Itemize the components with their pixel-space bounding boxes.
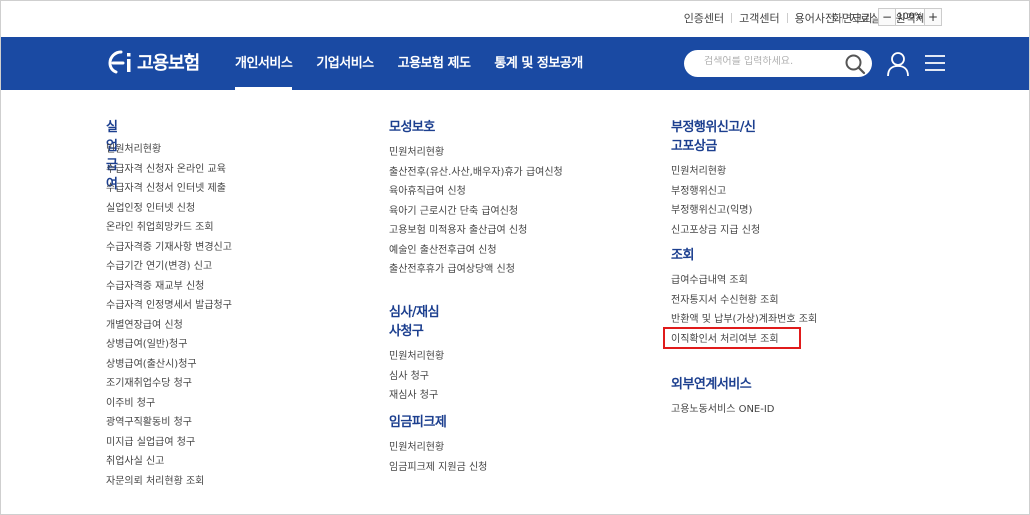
list-item[interactable]: 이주비 청구 xyxy=(106,394,232,414)
appeal-list: 민원처리현황 심사 청구 재심사 청구 xyxy=(389,347,444,406)
list-item[interactable]: 부정행위신고 xyxy=(671,182,760,202)
section-wage-peak: 임금피크제 민원처리현황 임금피크제 지원금 신청 xyxy=(389,411,487,477)
section-title-inquiry[interactable]: 조회 xyxy=(671,244,817,263)
util-link-customer-center[interactable]: 고객센터 xyxy=(732,10,786,26)
list-item[interactable]: 민원처리현황 xyxy=(389,347,444,367)
list-item[interactable]: 민원처리현황 xyxy=(389,143,563,163)
list-item[interactable]: 고용보험 미적용자 출산급여 신청 xyxy=(389,221,563,241)
nav-insurance-system[interactable]: 고용보험 제도 xyxy=(398,37,471,90)
nav-business-services[interactable]: 기업서비스 xyxy=(316,37,374,90)
user-icon[interactable] xyxy=(886,51,910,77)
section-title-fraud-report[interactable]: 부정행위신고/신고포상금 xyxy=(671,116,760,154)
list-item[interactable]: 수급자격 신청서 인터넷 제출 xyxy=(106,179,232,199)
list-item[interactable]: 출산전후(유산.사산,배우자)휴가 급여신청 xyxy=(389,163,563,183)
unemployment-list: 민원처리현황 수급자격 신청자 온라인 교육 수급자격 신청서 인터넷 제출 실… xyxy=(106,140,232,491)
list-item[interactable]: 임금피크제 지원금 신청 xyxy=(389,458,487,478)
nav-statistics-disclosure[interactable]: 통계 및 정보공개 xyxy=(494,37,583,90)
maternity-list: 민원처리현황 출산전후(유산.사산,배우자)휴가 급여신청 육아휴직급여 신청 … xyxy=(389,143,563,280)
list-item[interactable]: 신고포상금 지급 신청 xyxy=(671,221,760,241)
main-header: 고용보험 개인서비스 기업서비스 고용보험 제도 통계 및 정보공개 xyxy=(1,37,1029,90)
section-fraud-report: 부정행위신고/신고포상금 민원처리현황 부정행위신고 부정행위신고(익명) 신고… xyxy=(671,116,760,240)
zoom-out-button[interactable]: − xyxy=(879,9,895,25)
section-title-maternity[interactable]: 모성보호 xyxy=(389,116,563,135)
list-item[interactable]: 급여수급내역 조회 xyxy=(671,271,817,291)
list-item[interactable]: 부정행위신고(익명) xyxy=(671,201,760,221)
list-item[interactable]: 민원처리현황 xyxy=(389,438,487,458)
list-item[interactable]: 육아기 근로시간 단축 급여신청 xyxy=(389,202,563,222)
section-title-wage-peak[interactable]: 임금피크제 xyxy=(389,411,487,430)
list-item[interactable]: 수급자격증 재교부 신청 xyxy=(106,277,232,297)
list-item[interactable]: 심사 청구 xyxy=(389,367,444,387)
hamburger-menu-icon[interactable] xyxy=(925,54,945,72)
list-item[interactable]: 육아휴직급여 신청 xyxy=(389,182,563,202)
list-item[interactable]: 수급기간 연기(변경) 신고 xyxy=(106,257,232,277)
list-item[interactable]: 수급자격증 기재사항 변경신고 xyxy=(106,238,232,258)
list-item[interactable]: 수급자격 신청자 온라인 교육 xyxy=(106,160,232,180)
external-services-list: 고용노동서비스 ONE-ID xyxy=(671,400,775,420)
list-item[interactable]: 상병급여(일반)청구 xyxy=(106,335,232,355)
list-item[interactable]: 고용노동서비스 ONE-ID xyxy=(671,400,775,420)
list-item[interactable]: 민원처리현황 xyxy=(106,140,232,160)
list-item[interactable]: 출산전후휴가 급여상당액 신청 xyxy=(389,260,563,280)
search-icon[interactable] xyxy=(844,53,866,75)
list-item[interactable]: 자문의뢰 처리현황 조회 xyxy=(106,472,232,492)
logo[interactable]: 고용보험 xyxy=(107,49,200,75)
screen-size-label: 화면크기 xyxy=(832,12,873,25)
wage-peak-list: 민원처리현황 임금피크제 지원금 신청 xyxy=(389,438,487,477)
section-title-external-services[interactable]: 외부연계서비스 xyxy=(671,373,775,392)
section-maternity: 모성보호 민원처리현황 출산전후(유산.사산,배우자)휴가 급여신청 육아휴직급… xyxy=(389,116,563,280)
section-external-services: 외부연계서비스 고용노동서비스 ONE-ID xyxy=(671,373,775,420)
list-item[interactable]: 조기재취업수당 청구 xyxy=(106,374,232,394)
zoom-level: 100% xyxy=(895,9,925,25)
section-title-appeal[interactable]: 심사/재심사청구 xyxy=(389,301,444,339)
main-nav: 개인서비스 기업서비스 고용보험 제도 통계 및 정보공개 xyxy=(235,37,607,90)
search-input[interactable] xyxy=(704,56,834,67)
list-item[interactable]: 전자통지서 수신현황 조회 xyxy=(671,291,817,311)
list-item[interactable]: 민원처리현황 xyxy=(671,162,760,182)
nav-personal-services[interactable]: 개인서비스 xyxy=(235,37,293,90)
zoom-in-button[interactable]: + xyxy=(925,9,941,25)
list-item[interactable]: 예술인 출산전후급여 신청 xyxy=(389,241,563,261)
list-item[interactable]: 개별연장급여 신청 xyxy=(106,316,232,336)
list-item[interactable]: 온라인 취업희망카드 조회 xyxy=(106,218,232,238)
search-box xyxy=(684,50,872,77)
list-item[interactable]: 취업사실 신고 xyxy=(106,452,232,472)
section-appeal: 심사/재심사청구 민원처리현황 심사 청구 재심사 청구 xyxy=(389,301,444,406)
logo-text: 고용보험 xyxy=(137,53,200,74)
utility-bar: 인증센터 고객센터 용어사전 자료실 원격제어 화면크기 − 100% + xyxy=(0,0,1030,37)
list-item[interactable]: 광역구직활동비 청구 xyxy=(106,413,232,433)
highlight-box xyxy=(663,327,801,349)
list-item[interactable]: 수급자격 인정명세서 발급청구 xyxy=(106,296,232,316)
zoom-control: − 100% + xyxy=(878,8,942,26)
util-link-certificate[interactable]: 인증센터 xyxy=(677,10,731,26)
list-item[interactable]: 재심사 청구 xyxy=(389,386,444,406)
logo-mark-icon xyxy=(107,49,135,75)
list-item[interactable]: 미지급 실업급여 청구 xyxy=(106,433,232,453)
list-item[interactable]: 실업인정 인터넷 신청 xyxy=(106,199,232,219)
list-item[interactable]: 상병급여(출산시)청구 xyxy=(106,355,232,375)
fraud-report-list: 민원처리현황 부정행위신고 부정행위신고(익명) 신고포상금 지급 신청 xyxy=(671,162,760,240)
